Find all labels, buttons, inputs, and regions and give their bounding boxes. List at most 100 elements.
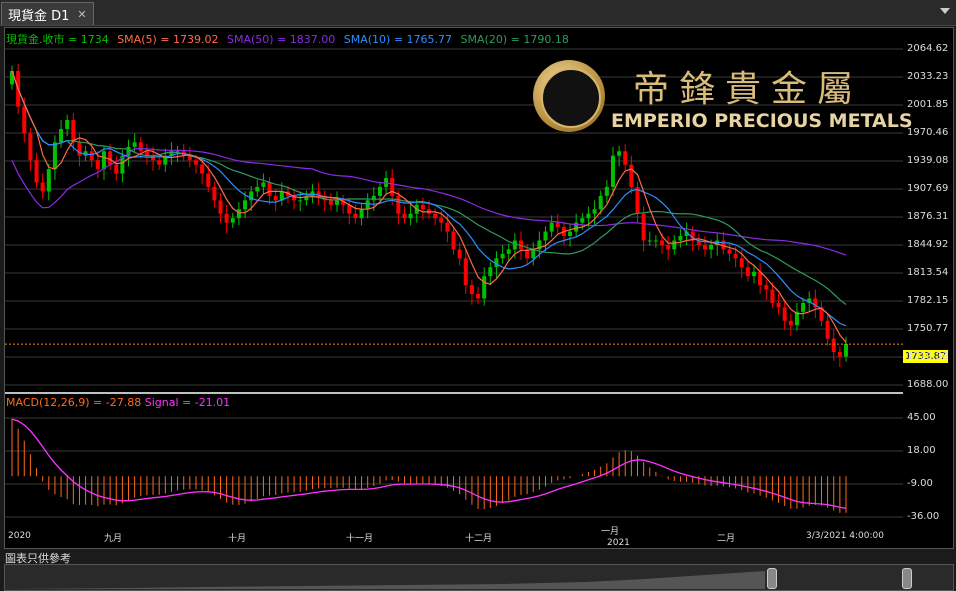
- candle-body: [623, 151, 628, 165]
- time-axis-label: 2020: [8, 531, 31, 541]
- candle-body: [825, 320, 830, 339]
- price-axis-label: 1939.08: [907, 155, 949, 166]
- candle-body: [28, 133, 33, 161]
- price-axis-label: 1688.00: [907, 379, 949, 390]
- candle-body: [764, 285, 769, 290]
- legend-signal: Signal = -21.01: [144, 396, 231, 409]
- candle-body: [617, 151, 622, 156]
- candle-body: [549, 222, 554, 232]
- time-axis-label: 2021: [607, 538, 630, 548]
- candle-body: [672, 240, 677, 250]
- candle-body: [52, 142, 57, 170]
- candle-body: [335, 200, 340, 205]
- candle-body: [770, 289, 775, 303]
- candle-body: [243, 200, 248, 210]
- candle-body: [531, 249, 536, 259]
- price-axis-label: 2064.62: [907, 43, 949, 54]
- candle-body: [108, 151, 113, 165]
- candle-body: [463, 258, 468, 286]
- candle-body: [101, 151, 106, 170]
- candle-body: [782, 307, 787, 321]
- candle-body: [604, 186, 609, 196]
- candle-body: [610, 155, 615, 187]
- candle-body: [512, 240, 517, 250]
- candle-body: [653, 240, 658, 242]
- candle-body: [445, 222, 450, 232]
- candle-body: [298, 200, 303, 202]
- candle-body: [586, 213, 591, 219]
- time-axis-label: 二月: [717, 534, 736, 544]
- candle-body: [506, 249, 511, 254]
- candle-body: [261, 182, 266, 187]
- candle-body: [420, 204, 425, 210]
- candle-body: [132, 142, 137, 147]
- logo-chinese: 帝鋒貴金屬: [633, 69, 864, 110]
- candle-body: [568, 231, 573, 237]
- candle-body: [476, 294, 481, 299]
- price-axis-label: 1750.77: [907, 323, 949, 334]
- candle-body: [739, 258, 744, 268]
- candle-body: [752, 271, 757, 277]
- candle-body: [635, 186, 640, 214]
- candle-body: [77, 142, 82, 156]
- candle-body: [10, 70, 14, 85]
- candle-body: [580, 218, 585, 223]
- logo: 帝鋒貴金屬 EMPERIO PRECIOUS METALS: [533, 58, 913, 138]
- candle-body: [71, 120, 76, 143]
- candle-body: [230, 218, 235, 223]
- legend-macd: MACD(12,26,9) = -27.88: [6, 396, 142, 409]
- candle-body: [831, 338, 836, 352]
- candle-body: [702, 244, 707, 250]
- time-axis-label: 十一月: [346, 534, 374, 544]
- candle-body: [844, 343, 848, 357]
- legend-sma20: SMA(20) = 1790.18: [460, 33, 569, 46]
- candle-body: [328, 200, 333, 205]
- time-axis-label: 九月: [104, 534, 123, 544]
- scroll-handle-right[interactable]: [902, 568, 912, 589]
- candle-body: [89, 151, 94, 161]
- candle-body: [555, 222, 560, 228]
- price-axis-label: 1719.38: [907, 351, 949, 362]
- scroll-handle-left[interactable]: [767, 568, 777, 589]
- logo-english: EMPERIO PRECIOUS METALS: [611, 110, 913, 132]
- candle-body: [157, 160, 162, 165]
- indicator-legend: 現貨金.收市 = 1734 SMA(5) = 1739.02 SMA(50) =…: [6, 31, 574, 47]
- candle-body: [733, 253, 738, 259]
- candle-body: [801, 302, 806, 312]
- price-axis-label: 1970.46: [907, 127, 949, 138]
- candle-body: [598, 195, 603, 210]
- candle-body: [138, 142, 143, 152]
- candle-body: [34, 160, 39, 183]
- candle-body: [114, 164, 119, 174]
- candle-body: [641, 213, 646, 241]
- logo-emblem-icon: [533, 60, 605, 132]
- candle-body: [273, 195, 278, 201]
- candle-body: [451, 231, 456, 250]
- price-axis-label: 1907.69: [907, 183, 949, 194]
- price-axis-label: 2033.23: [907, 71, 949, 82]
- chart-scrollbar[interactable]: [4, 564, 954, 591]
- candle-body: [65, 120, 70, 129]
- candle-body: [40, 182, 45, 192]
- macd-signal-line: [11, 418, 847, 510]
- candle-body: [193, 160, 198, 165]
- price-axis-label: 2001.85: [907, 99, 949, 110]
- candle-body: [377, 186, 382, 196]
- candle-body: [200, 164, 205, 174]
- candle-body: [206, 173, 211, 187]
- candle-body: [457, 249, 462, 259]
- candle-body: [365, 200, 370, 210]
- candle-body: [788, 320, 793, 326]
- candle-body: [776, 302, 781, 308]
- candle-body: [359, 209, 364, 219]
- macd-axis-label: -9.00: [907, 478, 933, 489]
- candle-body: [396, 195, 401, 214]
- time-axis-label: 3/3/2021 4:00:00: [806, 531, 884, 541]
- candle-body: [59, 128, 64, 143]
- candle-body: [95, 160, 100, 170]
- candle-body: [482, 276, 487, 299]
- candle-body: [236, 209, 241, 219]
- macd-legend: MACD(12,26,9) = -27.88 Signal = -21.01: [6, 396, 230, 409]
- candle-body: [666, 244, 671, 250]
- legend-sma10: SMA(10) = 1765.77: [343, 33, 453, 46]
